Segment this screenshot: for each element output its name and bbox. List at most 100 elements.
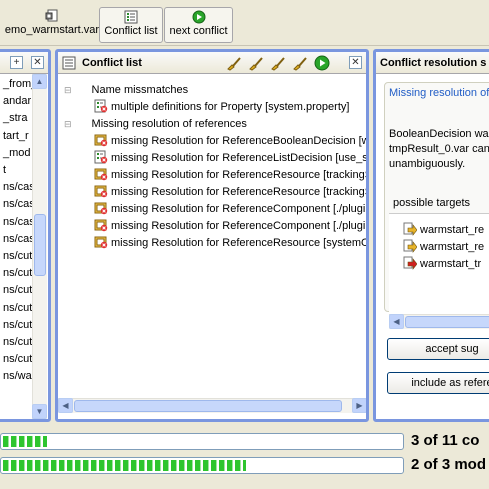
scroll-up-button[interactable]: ▲ [32,74,47,89]
resolution-heading: Missing resolution of [389,87,489,99]
collapse-icon[interactable]: ⊟ [64,119,72,129]
conflict-item-label: missing Resolution for ReferenceBooleanD… [111,135,369,147]
close-icon[interactable]: ✕ [31,56,44,69]
brush-icon[interactable] [248,55,264,71]
toolbar: emo_warmstart.var Conflict list next con… [0,0,489,46]
brush-icon[interactable] [270,55,286,71]
target-arrow-icon [403,239,417,253]
accept-suggestion-button[interactable]: accept sug [387,338,489,360]
resolution-panel-title: Conflict resolution s [380,56,487,69]
left-list-item[interactable]: _stra [3,110,27,127]
conflict-list-label: Conflict list [104,25,158,37]
scroll-left-button[interactable]: ◀ [389,314,404,329]
expand-icon[interactable]: + [10,56,23,69]
left-list-item[interactable]: t [3,162,6,179]
left-list-item[interactable]: ns/cut [3,351,32,368]
conflict-item-label: missing Resolution for ReferenceResource… [111,237,369,249]
close-icon[interactable]: ✕ [349,56,362,69]
conflict-item[interactable]: missing Resolution for ReferenceBooleanD… [94,133,369,150]
description-line: BooleanDecision warm [389,128,489,140]
left-panel: + ✕ _from_ andar _stra tart_r _mod t ns/cas ns/… [0,49,51,422]
conflicts-progress-text: 3 of 11 co [411,432,480,449]
conflict-list-panel: Conflict list ✕ ⊟ Name missmatches multipl… [55,49,369,422]
scroll-down-button[interactable]: ▼ [32,404,47,419]
list-error-icon [94,99,108,113]
left-list-item[interactable]: ns/cut [3,317,32,334]
left-panel-header: + ✕ [0,52,48,74]
conflict-list-button[interactable]: Conflict list [99,7,163,43]
play-icon[interactable] [314,55,330,71]
target-label: warmstart_tr [420,258,482,270]
next-conflict-label: next conflict [169,25,228,37]
progress-fill [3,436,47,447]
conflict-item[interactable]: multiple definitions for Property [syste… [94,99,349,116]
left-list-item[interactable]: andar [3,93,31,110]
include-as-reference-button[interactable]: include as refere [387,372,489,394]
file-button[interactable]: emo_warmstart.var [0,7,104,43]
left-list-item[interactable]: ns/wa [3,368,32,385]
resolution-panel-header: Conflict resolution s [376,52,489,74]
brush-icon[interactable] [226,55,242,71]
targets-label: possible targets [393,197,471,209]
left-list-item[interactable]: ns/cut [3,265,32,282]
conflict-item-label: missing Resolution for ReferenceListDeci… [111,152,369,164]
progress-fill [3,460,246,471]
component-error-icon [94,202,108,215]
conflict-item[interactable]: missing Resolution for ReferenceListDeci… [94,150,369,167]
conflict-panel-title: Conflict list [82,56,142,69]
left-list-item[interactable]: ns/cas [3,196,35,213]
brush-icon[interactable] [292,55,308,71]
tree-group[interactable]: ⊟ Missing resolution of references [64,116,247,133]
scroll-left-button[interactable]: ◀ [58,398,73,413]
target-item[interactable]: warmstart_re [403,239,484,256]
left-list-item[interactable]: ns/cas [3,214,35,231]
scroll-thumb[interactable] [34,214,46,276]
left-list-item[interactable]: ns/cut [3,282,32,299]
left-list-item[interactable]: tart_r [3,128,29,145]
next-conflict-button[interactable]: next conflict [164,7,233,43]
left-list-item[interactable]: ns/cut [3,300,32,317]
left-list-item[interactable]: ns/cut [3,334,32,351]
component-error-icon [94,168,108,181]
collapse-icon[interactable]: ⊟ [64,85,72,95]
target-arrow-icon [403,222,417,236]
conflict-hscrollbar[interactable]: ◀ ▶ [58,398,366,413]
left-list-item[interactable]: _mod [3,145,31,162]
models-progress-text: 2 of 3 mod [411,456,487,473]
conflict-item[interactable]: missing Resolution for ReferenceComponen… [94,218,366,235]
targets-hscrollbar[interactable]: ◀ [389,314,489,329]
list-icon [124,10,138,24]
conflict-item[interactable]: missing Resolution for ReferenceComponen… [94,201,366,218]
tree-group[interactable]: ⊟ Name missmatches [64,82,188,99]
conflict-item[interactable]: missing Resolution for ReferenceResource… [94,235,369,252]
component-error-icon [94,185,108,198]
conflict-item-label: missing Resolution for ReferenceResource… [111,169,369,181]
scroll-thumb[interactable] [74,400,342,412]
list-error-icon [94,150,108,164]
conflict-item[interactable]: missing Resolution for ReferenceResource… [94,184,369,201]
config-file-icon [45,9,58,22]
left-vscrollbar[interactable]: ▲ ▼ [32,74,47,419]
resolution-panel: Conflict resolution s Missing resolution… [373,49,489,422]
scroll-right-button[interactable]: ▶ [352,398,366,413]
resolution-description: BooleanDecision warm tmpResult_0.var can'… [389,127,489,172]
tree-group-label: Name missmatches [91,84,189,96]
conflict-item-label: multiple definitions for Property [syste… [111,101,350,113]
target-item[interactable]: warmstart_tr [403,256,481,273]
conflict-item[interactable]: missing Resolution for ReferenceResource… [94,167,369,184]
description-line: unambiguously. [389,158,466,170]
target-item[interactable]: warmstart_re [403,222,484,239]
left-list-item[interactable]: ns/cas [3,179,35,196]
target-label: warmstart_re [420,224,485,236]
component-error-icon [94,219,108,232]
target-label: warmstart_re [420,241,485,253]
resolution-group: Missing resolution of BooleanDecision wa… [384,82,489,329]
conflict-item-label: missing Resolution for ReferenceResource… [111,186,369,198]
left-list-item[interactable]: ns/cas [3,231,35,248]
component-error-icon [94,134,108,147]
description-line: tmpResult_0.var can't [389,143,489,155]
targets-list: warmstart_re warmstart_re warmstart_tr ◀ [389,213,489,329]
target-arrow-icon [403,256,417,270]
scroll-thumb[interactable] [405,316,489,328]
left-list-item[interactable]: ns/cut [3,248,32,265]
